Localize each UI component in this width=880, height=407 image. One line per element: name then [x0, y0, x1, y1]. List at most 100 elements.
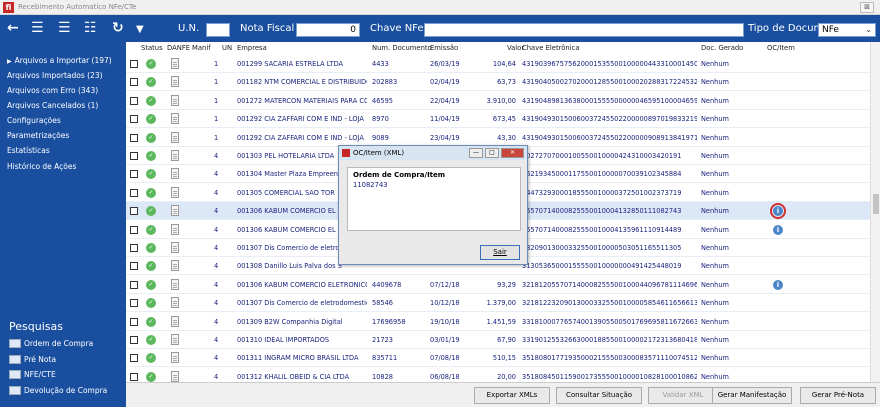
danfe-icon[interactable] [171, 370, 179, 382]
danfe-icon[interactable] [171, 260, 179, 272]
col-header-chave[interactable]: Chave Eletrônica [522, 44, 580, 52]
row-checkbox[interactable] [130, 262, 138, 271]
row-checkbox[interactable] [130, 317, 138, 326]
refresh-icon[interactable]: ↻ [112, 19, 124, 37]
row-checkbox[interactable] [130, 60, 138, 68]
col-header-num-documento[interactable]: Num. Documento [372, 44, 432, 52]
sidebar-item-arquivos-erro[interactable]: Arquivos com Erro (343) [7, 86, 98, 95]
danfe-icon[interactable] [171, 334, 179, 345]
oc-item-info-icon[interactable]: i [770, 203, 786, 220]
table-icon [9, 369, 21, 379]
back-arrow-icon[interactable]: ← [7, 19, 19, 37]
row-checkbox[interactable] [130, 96, 138, 105]
gerar-pre-nota-button[interactable]: Gerar Pré-Nota [800, 387, 876, 404]
filter-icon[interactable]: ▼ [136, 21, 144, 39]
table-row[interactable]: ✓ 1 001182 NTM COMERCIAL E DISTRIBUIDC 2028… [126, 73, 870, 92]
danfe-icon[interactable] [171, 186, 179, 198]
row-checkbox[interactable] [130, 225, 138, 234]
table-row[interactable]: ✓ 4 001311 INGRAM MICRO BRASIL LTDA 835711 0… [126, 349, 870, 368]
row-checkbox[interactable] [130, 188, 138, 197]
col-header-oc-item[interactable]: OC/Item [767, 44, 795, 52]
sidebar-item-arquivos-importar[interactable]: ▶ Arquivos a Importar (197) [7, 56, 112, 65]
row-checkbox[interactable] [130, 115, 138, 124]
danfe-icon[interactable] [171, 297, 179, 309]
sidebar-item-arquivos-cancelados[interactable]: Arquivos Cancelados (1) [7, 101, 98, 110]
nota-fiscal-input[interactable]: 0 [296, 23, 360, 37]
danfe-icon[interactable] [171, 278, 179, 290]
minimize-icon[interactable]: — [469, 148, 483, 158]
danfe-icon[interactable] [171, 113, 179, 125]
danfe-icon[interactable] [171, 315, 179, 327]
danfe-icon[interactable] [171, 242, 179, 253]
danfe-icon[interactable] [171, 223, 179, 235]
tipo-documento-select[interactable]: NFe ⌄ [818, 23, 876, 37]
col-header-un[interactable]: UN [222, 44, 232, 52]
danfe-icon[interactable] [171, 76, 179, 88]
col-header-danfe[interactable]: DANFE [167, 44, 190, 52]
sidebar-item-historico[interactable]: Histórico de Ações [7, 162, 76, 171]
row-checkbox[interactable] [130, 207, 138, 216]
danfe-icon[interactable] [171, 205, 179, 217]
row-checkbox[interactable] [130, 170, 138, 179]
sidebar-item-parametrizacoes[interactable]: Parametrizações [7, 131, 69, 140]
list-icon[interactable]: ☰ [58, 19, 71, 37]
row-checkbox[interactable] [130, 78, 138, 87]
row-checkbox[interactable] [130, 354, 138, 363]
row-checkbox[interactable] [130, 299, 138, 308]
cell-empresa: 001309 B2W Companhia Digital [237, 317, 343, 326]
maximize-icon[interactable]: □ [485, 148, 499, 158]
col-header-status[interactable]: Status [141, 44, 163, 52]
table-row[interactable]: ✓ 1 001292 CIA ZAFFARI COM E IND - LOJA 908… [126, 129, 870, 147]
consultar-situacao-button[interactable]: Consultar Situação [556, 387, 642, 404]
row-checkbox[interactable] [130, 244, 138, 252]
row-checkbox[interactable] [130, 133, 138, 142]
cell-empresa: 001312 KHALIL OBEID & CIA LTDA [237, 372, 350, 381]
danfe-icon[interactable] [171, 131, 179, 143]
danfe-icon[interactable] [171, 168, 179, 180]
vertical-scrollbar[interactable] [870, 42, 880, 382]
gerar-manifestacao-button[interactable]: Gerar Manifestação [712, 387, 792, 404]
row-checkbox[interactable] [130, 336, 138, 344]
danfe-icon[interactable] [171, 150, 179, 161]
table-row[interactable]: ✓ 4 001307 Dis Comercio de eletrodomestic 5… [126, 294, 870, 313]
sidebar-item-configuracoes[interactable]: Configurações [7, 116, 61, 125]
cell-doc-gerado: Nenhum [701, 299, 729, 308]
col-header-emissao[interactable]: Emissão [430, 44, 458, 52]
table-row[interactable]: ✓ 1 001292 CIA ZAFFARI COM E IND - LOJA 897… [126, 110, 870, 129]
col-header-doc-gerado[interactable]: Doc. Gerado [701, 44, 743, 52]
exportar-xmls-button[interactable]: Exportar XMLs [474, 387, 550, 404]
pesquisa-nfe-cte[interactable]: NFE/CTE [9, 369, 56, 380]
validar-xml-button[interactable]: Validar XML [648, 387, 718, 404]
sidebar-item-arquivos-importados[interactable]: Arquivos Importados (23) [7, 71, 103, 80]
table-row[interactable]: ✓ 1 001272 MATERCON MATERIAIS PARA CC 46595… [126, 92, 870, 110]
list-check-icon[interactable]: ☰ [31, 19, 44, 37]
row-checkbox[interactable] [130, 372, 138, 381]
danfe-icon[interactable] [171, 94, 179, 106]
table-row[interactable]: ✓ 4 001306 KABUM COMERCIO ELETRONICO 440967… [126, 276, 870, 294]
table-row[interactable]: ✓ 4 001312 KHALIL OBEID & CIA LTDA 10828 06/… [126, 368, 870, 382]
col-header-empresa[interactable]: Empresa [237, 44, 267, 52]
close-icon[interactable]: ✕ [501, 148, 524, 158]
col-header-manif[interactable]: Manif [192, 44, 211, 52]
danfe-icon[interactable] [171, 352, 179, 364]
pesquisa-ordem-compra[interactable]: Ordem de Compra [9, 338, 93, 349]
sidebar-item-estatisticas[interactable]: Estatísticas [7, 146, 50, 155]
list-numbered-icon[interactable]: ☷ [84, 19, 97, 37]
pesquisa-pre-nota[interactable]: Pré Nota [9, 354, 56, 365]
row-checkbox[interactable] [130, 280, 138, 289]
danfe-icon[interactable] [171, 58, 179, 69]
window-close-button[interactable]: ⊠ [860, 2, 874, 13]
oc-item-info-icon[interactable]: i [773, 224, 783, 235]
un-input[interactable] [206, 23, 230, 37]
scrollbar-thumb[interactable] [873, 194, 879, 214]
sair-button[interactable]: Sair [480, 245, 520, 260]
status-ok-icon: ✓ [146, 353, 156, 364]
table-row[interactable]: ✓ 4 001309 B2W Companhia Digital 17696958 19… [126, 313, 870, 331]
pesquisa-devolucao[interactable]: Devolução de Compra [9, 385, 107, 396]
oc-item-info-icon[interactable]: i [773, 279, 783, 290]
row-checkbox[interactable] [130, 152, 138, 160]
status-ok-icon: ✓ [146, 169, 156, 180]
chave-nfe-input[interactable] [424, 23, 744, 37]
table-row[interactable]: ✓ 4 001310 IDEAL IMPORTADOS 21723 03/01/19 67… [126, 331, 870, 349]
table-row[interactable]: ✓ 1 001299 SACARIA ESTRELA LTDA 4433 26/03/1… [126, 55, 870, 73]
